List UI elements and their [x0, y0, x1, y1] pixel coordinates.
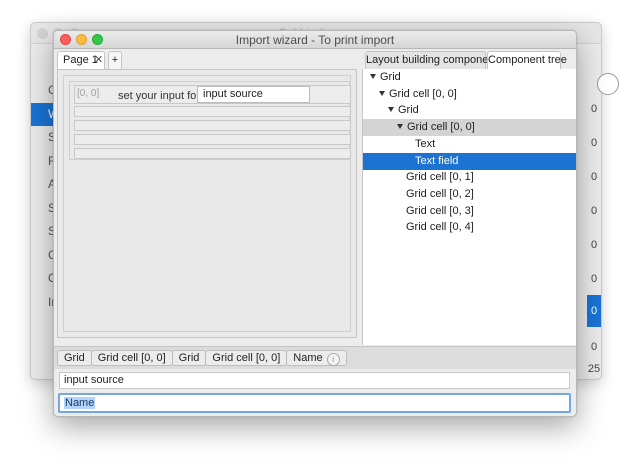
background-sidebar-item[interactable]: Ir	[31, 291, 55, 315]
grid-row[interactable]	[74, 120, 351, 131]
info-icon[interactable]: i	[326, 353, 340, 366]
tree-node-label: Grid cell [0, 0]	[407, 121, 475, 134]
value-field[interactable]: input source	[59, 372, 570, 389]
background-sidebar-item[interactable]: W	[31, 102, 59, 126]
background-value: 0	[590, 137, 598, 149]
background-sidebar-item[interactable]: C	[31, 79, 57, 103]
expand-triangle-icon[interactable]	[397, 124, 403, 130]
breadcrumb-item-current[interactable]: Name i	[286, 350, 347, 366]
background-sidebar-item[interactable]: S	[31, 220, 56, 244]
tree-node-label: Text field	[415, 154, 459, 167]
grid-row[interactable]	[74, 106, 351, 117]
background-value: 0	[590, 171, 598, 183]
background-value: 0	[590, 205, 598, 217]
background-value: 0	[590, 239, 598, 251]
cell-coordinate: [0, 0]	[77, 88, 100, 99]
expand-triangle-icon[interactable]	[370, 74, 376, 79]
window-title: Import wizard - To print import	[235, 33, 395, 47]
background-search-icon[interactable]	[597, 73, 619, 95]
grid-row[interactable]: [0, 0] set your input folder input sourc…	[74, 85, 351, 104]
tree-node[interactable]: Grid cell [0, 4]	[363, 219, 576, 236]
add-tab-button[interactable]: +	[108, 51, 122, 69]
outer-grid[interactable]: [0, 0] set your input folder input sourc…	[63, 75, 351, 332]
background-sidebar-item[interactable]: C	[31, 244, 57, 268]
tree-node-label: Grid cell [0, 2]	[406, 187, 474, 200]
tree-node[interactable]: Grid cell [0, 1]	[363, 169, 576, 186]
background-sidebar: C W S F A S S C C Ir	[31, 79, 59, 315]
background-value: 0	[590, 103, 598, 115]
titlebar: Import wizard - To print import	[54, 31, 576, 49]
tab-component-tree[interactable]: Component tree	[487, 51, 567, 69]
inner-grid[interactable]: [0, 0] set your input folder input sourc…	[69, 81, 351, 160]
background-sidebar-item[interactable]: S	[31, 126, 56, 150]
tree-node-selected[interactable]: Text field	[363, 152, 576, 170]
tab-page-1[interactable]: Page 1 ✕	[57, 51, 105, 69]
background-value-selected: 0	[587, 295, 601, 327]
breadcrumb-item[interactable]: Grid	[57, 350, 92, 366]
breadcrumb-item[interactable]: Grid cell [0, 0]	[90, 350, 173, 366]
input-source-field[interactable]: input source	[197, 86, 310, 103]
tree-node-label: Grid	[380, 71, 401, 83]
breadcrumb-current-label: Name	[293, 352, 323, 364]
breadcrumb: Grid Grid cell [0, 0] Grid Grid cell [0,…	[57, 350, 347, 366]
tree-node-highlighted[interactable]: Grid cell [0, 0]	[363, 119, 576, 137]
tree-node[interactable]: Text	[363, 136, 576, 153]
tree-node[interactable]: Grid	[363, 69, 576, 86]
background-value: 0	[590, 273, 598, 285]
tree-node-label: Grid	[398, 104, 419, 117]
breadcrumb-item[interactable]: Grid	[171, 350, 207, 366]
tab-page-label: Page 1	[63, 54, 98, 66]
tree-node[interactable]: Grid cell [0, 0]	[363, 86, 576, 103]
tree-node-label: Grid cell [0, 1]	[406, 171, 474, 184]
background-sidebar-item[interactable]: S	[31, 197, 56, 221]
tree-node[interactable]: Grid	[363, 102, 576, 119]
background-sidebar-item[interactable]: F	[31, 150, 55, 174]
layout-canvas: [0, 0] set your input folder input sourc…	[57, 69, 357, 338]
grid-row[interactable]	[74, 148, 351, 159]
tree-node-label: Text	[415, 137, 436, 150]
background-value: 25	[587, 363, 601, 375]
background-sidebar-item[interactable]: A	[31, 173, 56, 197]
breadcrumb-bar: Grid Grid cell [0, 0] Grid Grid cell [0,…	[54, 346, 576, 369]
name-field-selected-text: Name	[64, 397, 96, 409]
close-tab-icon[interactable]: ✕	[94, 52, 103, 69]
background-sidebar-item[interactable]: C	[31, 267, 57, 291]
import-wizard-window: Import wizard - To print import Page 1 ✕…	[53, 30, 577, 417]
tab-layout-building-components[interactable]: Layout building components	[365, 51, 503, 69]
tree-node-label: Grid cell [0, 4]	[406, 221, 474, 234]
tree-node-label: Grid cell [0, 3]	[406, 204, 474, 217]
background-value: 0	[590, 341, 598, 353]
tree-node-label: Grid cell [0, 0]	[389, 87, 457, 100]
expand-triangle-icon[interactable]	[379, 90, 385, 96]
grid-row[interactable]	[74, 134, 351, 145]
name-field[interactable]: Name	[58, 393, 571, 413]
breadcrumb-item[interactable]: Grid cell [0, 0]	[205, 350, 288, 366]
component-tree: Grid Grid cell [0, 0] Grid Grid cell [0,…	[362, 69, 576, 345]
expand-triangle-icon[interactable]	[388, 107, 394, 113]
tree-node[interactable]: Grid cell [0, 2]	[363, 186, 576, 203]
tree-node[interactable]: Grid cell [0, 3]	[363, 203, 576, 220]
